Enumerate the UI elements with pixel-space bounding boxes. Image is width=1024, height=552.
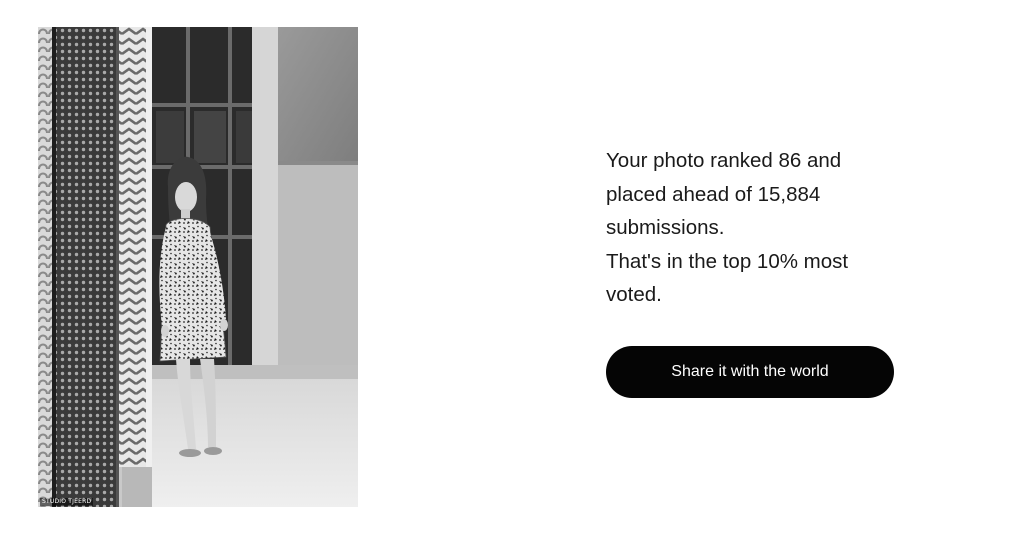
result-message-line: voted. bbox=[606, 283, 662, 306]
result-panel: Your photo ranked 86 and placed ahead of… bbox=[606, 144, 906, 312]
share-button[interactable]: Share it with the world bbox=[606, 346, 894, 398]
result-message: Your photo ranked 86 and placed ahead of… bbox=[606, 144, 906, 312]
photo-watermark: STUDIO TJEERD bbox=[40, 498, 94, 506]
result-message-line: That's in the top 10% most bbox=[606, 249, 849, 273]
result-message-line: submissions. bbox=[606, 216, 725, 239]
result-message-line: placed ahead of 15,884 bbox=[606, 182, 821, 206]
submitted-photo: STUDIO TJEERD bbox=[38, 27, 358, 507]
result-message-line: Your photo ranked 86 and bbox=[606, 149, 842, 172]
